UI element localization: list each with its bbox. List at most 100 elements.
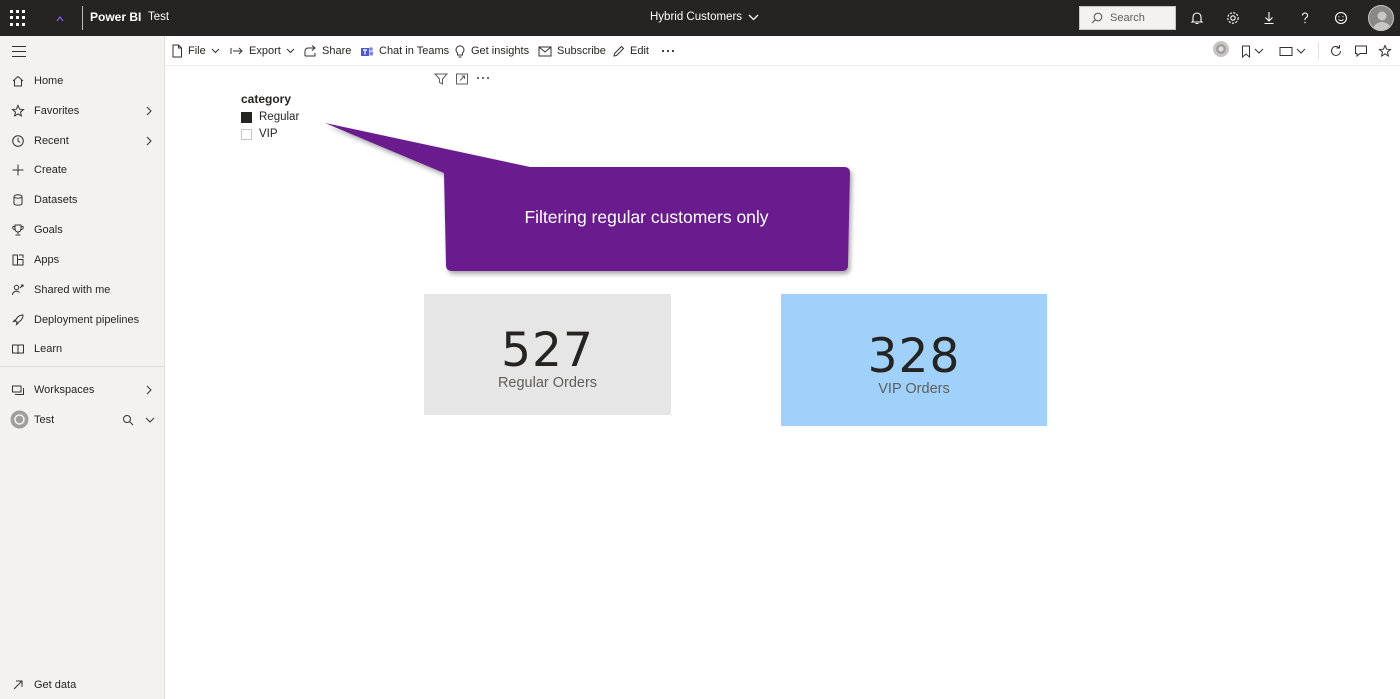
app-name[interactable]: Power BI [90, 10, 141, 24]
nav-label: Get data [34, 679, 77, 691]
share-label: Share [322, 45, 352, 57]
chevron-down-icon [1296, 48, 1306, 54]
nav-favorites[interactable]: Favorites [0, 97, 164, 125]
refresh-icon[interactable] [1329, 43, 1343, 59]
get-insights-button[interactable]: Get insights [454, 43, 529, 59]
callout-text: Filtering regular customers only [524, 207, 769, 227]
nav-label: Home [34, 75, 64, 87]
search-input[interactable]: Search [1079, 6, 1176, 30]
favorite-star-icon[interactable] [1378, 43, 1392, 59]
visual-more-options-icon[interactable] [476, 76, 490, 80]
nav-label: Create [34, 164, 68, 176]
rocket-icon [12, 314, 24, 326]
nav-get-data[interactable]: Get data [0, 671, 164, 699]
top-bar: Power BI Test Hybrid Customers Search [0, 0, 1400, 36]
ellipsis-icon [661, 49, 675, 53]
vip-orders-card[interactable]: 328 VIP Orders [781, 294, 1047, 426]
report-title-dropdown[interactable]: Hybrid Customers [650, 11, 759, 23]
feedback-smiley-icon[interactable] [1332, 9, 1350, 27]
report-canvas: category Regular VIP Filtering regular c… [165, 66, 1400, 699]
bell-icon[interactable] [1188, 9, 1206, 27]
nav-divider [0, 366, 164, 367]
share-icon [304, 45, 316, 57]
nav-learn[interactable]: Learn [0, 335, 164, 363]
filter-icon[interactable] [434, 73, 448, 85]
share-button[interactable]: Share [304, 43, 351, 59]
edit-label: Edit [630, 45, 649, 57]
view-icon [1279, 46, 1293, 56]
focus-mode-icon[interactable] [455, 73, 469, 85]
more-options-icon[interactable] [661, 43, 675, 59]
view-menu-button[interactable] [1279, 43, 1306, 59]
app-launcher-icon[interactable] [10, 10, 26, 26]
workspace-settings-icon[interactable] [122, 414, 134, 426]
nav-datasets[interactable]: Datasets [0, 186, 164, 214]
shared-icon [12, 284, 24, 296]
nav-create[interactable]: Create [0, 156, 164, 184]
edit-button[interactable]: Edit [612, 43, 649, 59]
slicer-option-regular[interactable]: Regular [241, 110, 299, 124]
chevron-right-icon [146, 136, 152, 146]
slicer-option-label: Regular [259, 111, 300, 123]
user-avatar[interactable] [1368, 5, 1394, 31]
nav-label: Test [34, 414, 55, 426]
nav-workspace-test[interactable]: Test [0, 406, 164, 434]
bookmark-menu-button[interactable] [1241, 43, 1264, 59]
slicer-option-label: VIP [259, 128, 278, 140]
slicer-title: category [241, 92, 292, 106]
file-label: File [188, 45, 206, 57]
chat-in-teams-button[interactable]: Chat in Teams [360, 43, 449, 59]
subscribe-button[interactable]: Subscribe [538, 43, 606, 59]
regular-orders-card[interactable]: 527 Regular Orders [424, 294, 671, 415]
database-icon [13, 194, 23, 206]
chat-in-teams-label: Chat in Teams [379, 45, 450, 57]
nav-deployment-pipelines[interactable]: Deployment pipelines [0, 306, 164, 334]
nav-label: Apps [34, 254, 60, 266]
hamburger-menu-icon[interactable] [12, 46, 26, 57]
toolbar-divider [1318, 42, 1319, 60]
clock-icon [12, 135, 24, 147]
nav-label: Recent [34, 135, 69, 147]
export-icon [230, 47, 243, 55]
nav-workspaces[interactable]: Workspaces [0, 376, 164, 404]
nav-shared-with-me[interactable]: Shared with me [0, 276, 164, 304]
teams-icon [361, 46, 373, 56]
export-label: Export [249, 45, 281, 57]
file-menu-button[interactable]: File [171, 43, 220, 59]
nav-home[interactable]: Home [0, 67, 164, 95]
card-value: 328 [867, 329, 961, 384]
checkbox-unchecked[interactable] [241, 128, 252, 140]
trophy-icon [12, 224, 24, 236]
nav-label: Deployment pipelines [34, 314, 140, 326]
pencil-icon [613, 45, 625, 57]
chevron-down-icon [211, 48, 220, 54]
workspaces-icon [12, 385, 24, 395]
nav-goals[interactable]: Goals [0, 216, 164, 244]
help-icon[interactable] [1296, 9, 1314, 27]
power-bi-logo-icon [56, 16, 64, 22]
search-icon [1091, 12, 1103, 24]
get-insights-label: Get insights [471, 45, 530, 57]
gear-icon[interactable] [1224, 9, 1242, 27]
chevron-right-icon [146, 106, 152, 116]
book-icon [12, 344, 24, 355]
nav-label: Favorites [34, 105, 80, 117]
workspace-avatar-icon [10, 410, 29, 429]
header-divider [82, 6, 83, 30]
nav-label: Goals [34, 224, 63, 236]
lightbulb-icon [455, 45, 465, 58]
chevron-right-icon [146, 385, 152, 395]
nav-recent[interactable]: Recent [0, 127, 164, 155]
workspace-breadcrumb[interactable]: Test [148, 11, 169, 23]
plus-icon [12, 164, 24, 176]
comment-icon[interactable] [1354, 43, 1368, 59]
chevron-down-icon [1254, 48, 1264, 54]
home-icon [12, 75, 24, 87]
user-icon [1373, 11, 1391, 30]
slicer-option-vip[interactable]: VIP [241, 127, 278, 141]
download-icon[interactable] [1260, 9, 1278, 27]
nav-apps[interactable]: Apps [0, 246, 164, 274]
export-menu-button[interactable]: Export [230, 43, 295, 59]
checkbox-checked[interactable] [241, 111, 252, 123]
copilot-icon[interactable] [1211, 41, 1231, 57]
